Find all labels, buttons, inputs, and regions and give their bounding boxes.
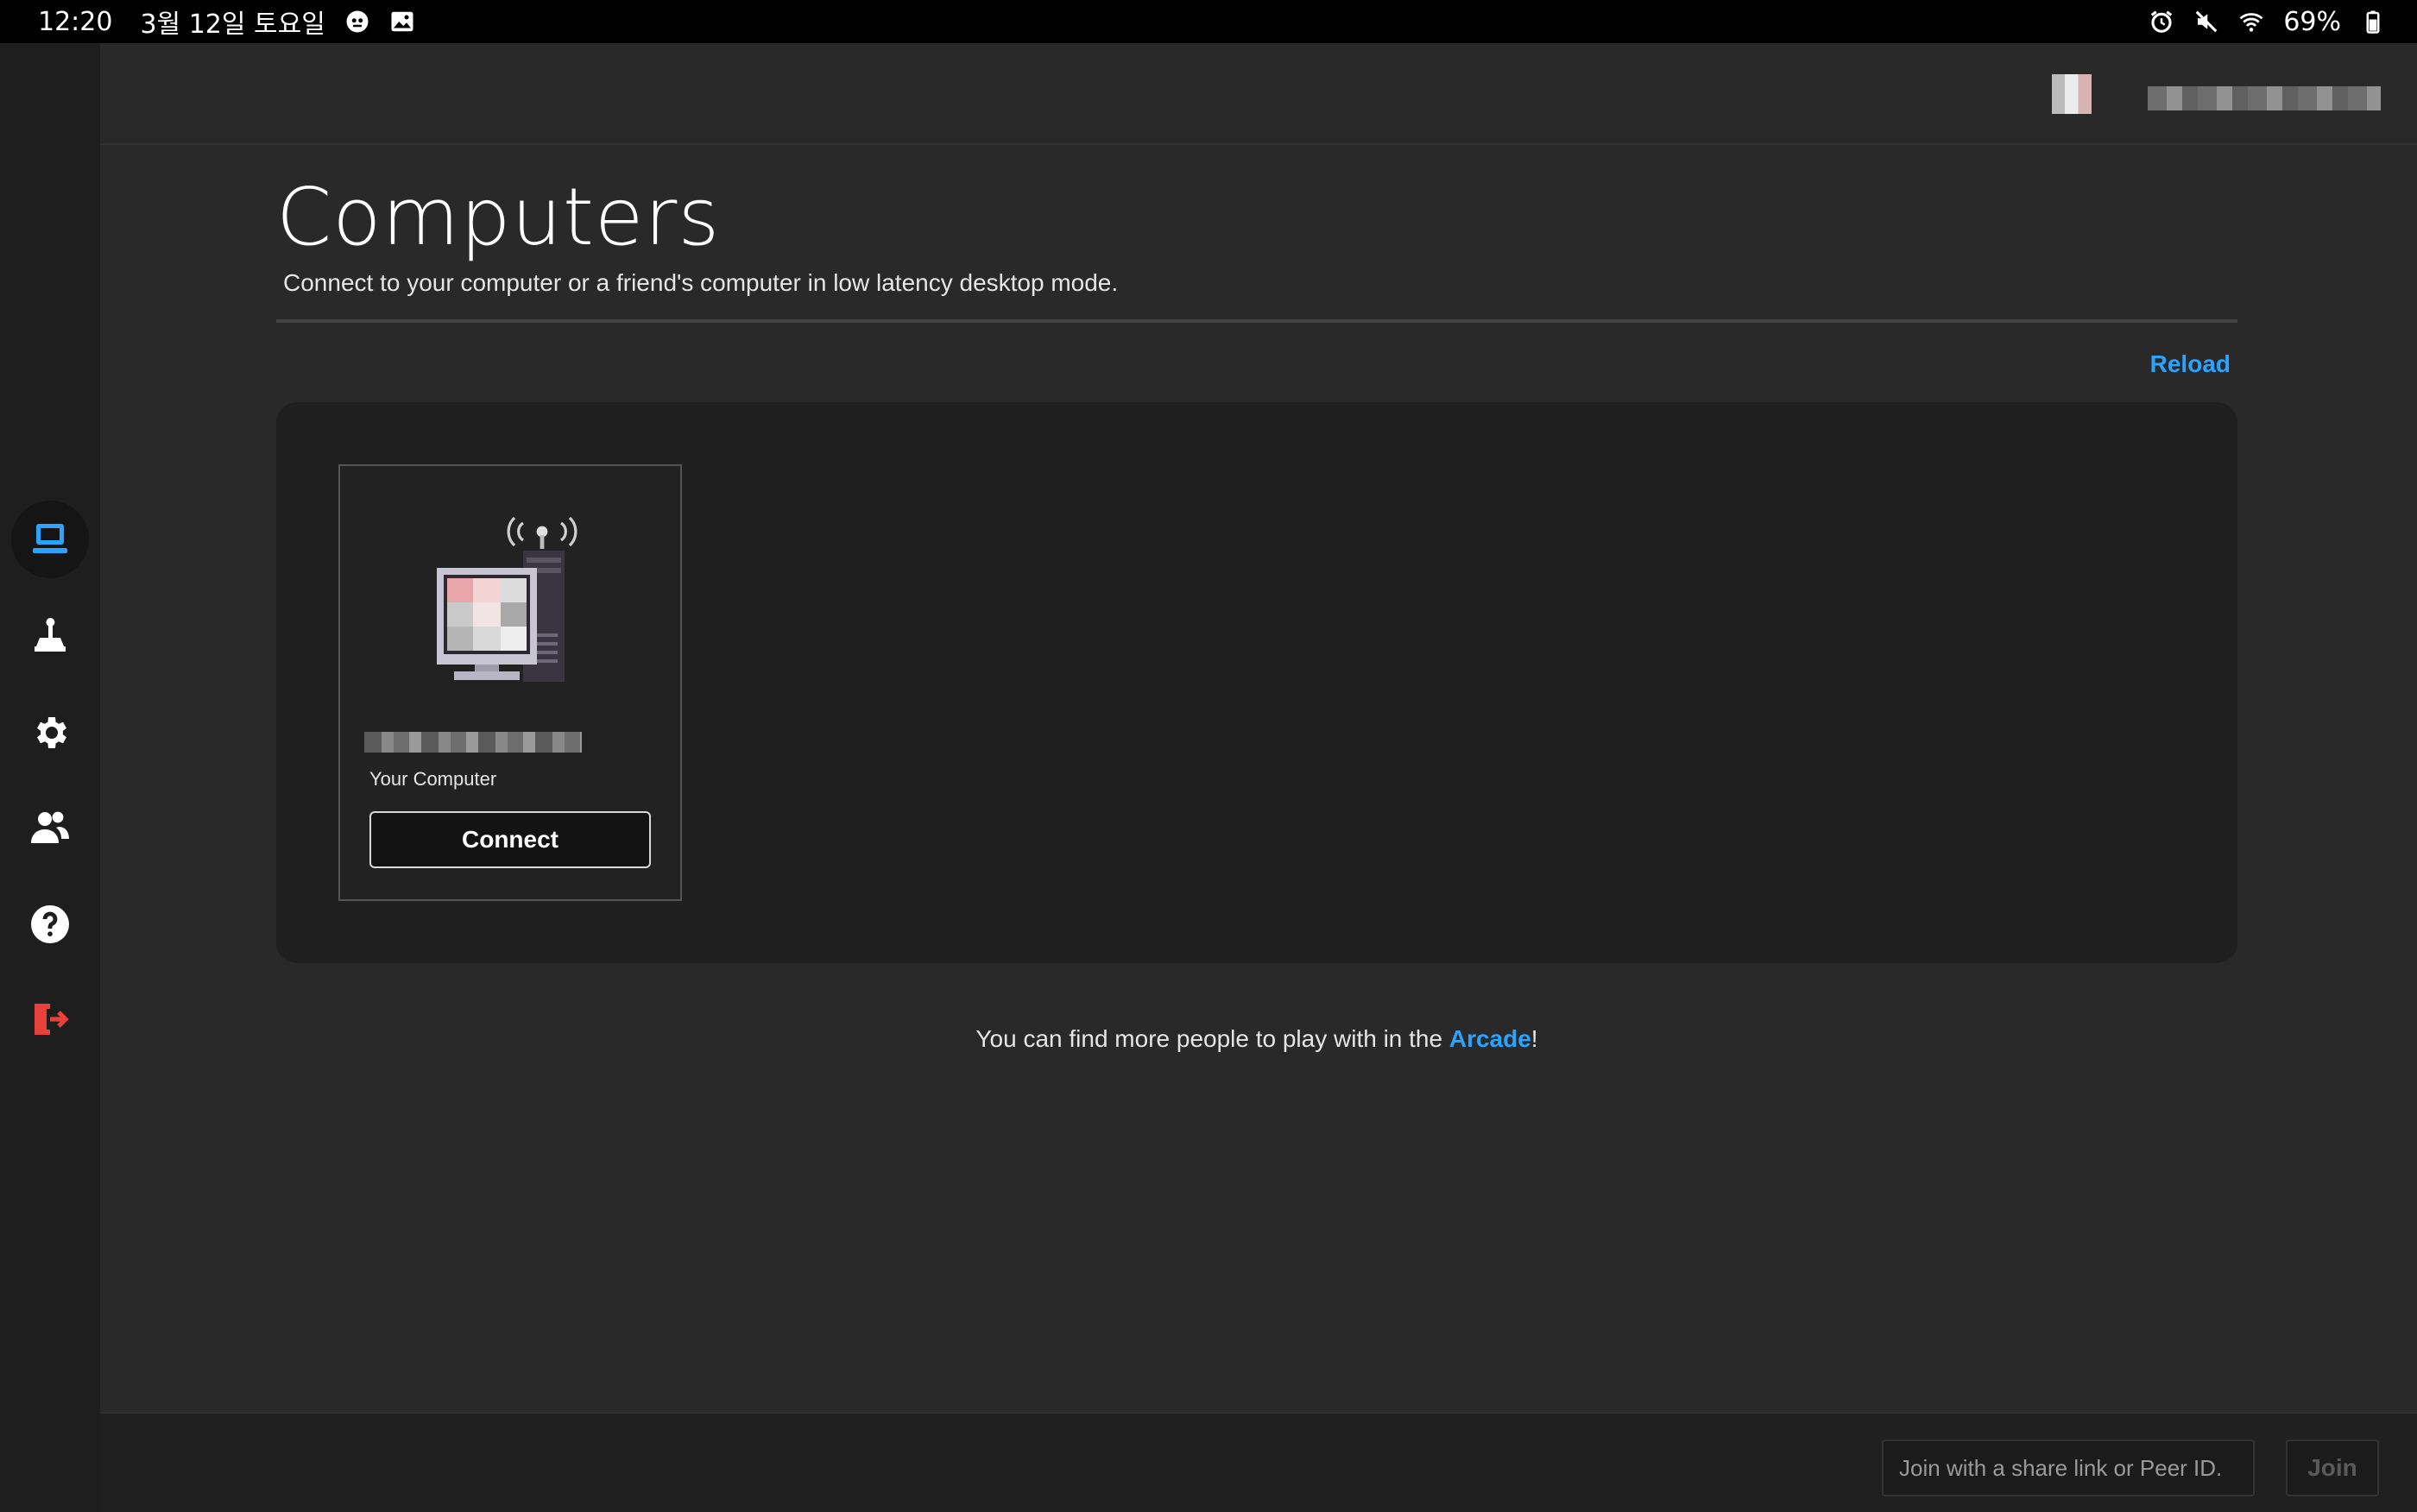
computer-name-redacted [364,732,582,753]
divider [276,319,2237,323]
join-button[interactable]: Join [2286,1440,2379,1496]
join-bar: Join [100,1412,2417,1512]
page-title: Computers [276,171,721,263]
user-name-redacted[interactable] [2148,86,2381,110]
gear-icon [37,717,66,748]
help-icon [31,905,69,943]
app-notification-icon [344,9,370,35]
sidebar-item-computers[interactable] [11,501,89,578]
computers-panel: Your Computer Connect [276,402,2237,963]
computer-icon [33,524,67,553]
sidebar-item-logout[interactable] [11,980,89,1058]
logout-icon [35,1004,69,1035]
gallery-icon [389,9,415,35]
top-header [100,43,2417,145]
sidebar-item-arcade[interactable] [11,597,89,675]
status-date: 3월 12일 토요일 [140,9,325,40]
computer-label: Your Computer [369,768,497,790]
arcade-note-text: You can find more people to play with in… [975,1025,1449,1052]
arcade-link[interactable]: Arcade [1449,1025,1531,1052]
reload-link[interactable]: Reload [2150,350,2231,378]
wifi-icon [2238,9,2264,35]
status-time: 12:20 [38,6,113,37]
sidebar-item-settings[interactable] [11,694,89,772]
status-bar-right: 69% [2149,7,2386,37]
arcade-note: You can find more people to play with in… [276,1025,2237,1053]
battery-icon [2360,9,2386,35]
status-bar: 12:20 3월 12일 토요일 69% [0,0,2417,43]
alarm-icon [2149,9,2174,35]
connect-button[interactable]: Connect [369,811,651,868]
avatar[interactable] [2052,74,2092,114]
joystick-icon [35,618,66,652]
arcade-note-suffix: ! [1530,1025,1538,1052]
sidebar-rail [0,43,100,1512]
sidebar-item-help[interactable] [11,885,89,963]
computer-card: Your Computer Connect [338,464,682,901]
computer-illustration-icon [437,516,577,682]
mute-icon [2193,9,2219,35]
battery-percentage: 69% [2283,6,2341,37]
sidebar-item-friends[interactable] [11,789,89,866]
people-icon [31,811,69,843]
page-subtitle: Connect to your computer or a friend's c… [283,269,1119,296]
share-link-input[interactable] [1882,1440,2255,1496]
status-bar-left: 12:20 3월 12일 토요일 [38,3,415,41]
